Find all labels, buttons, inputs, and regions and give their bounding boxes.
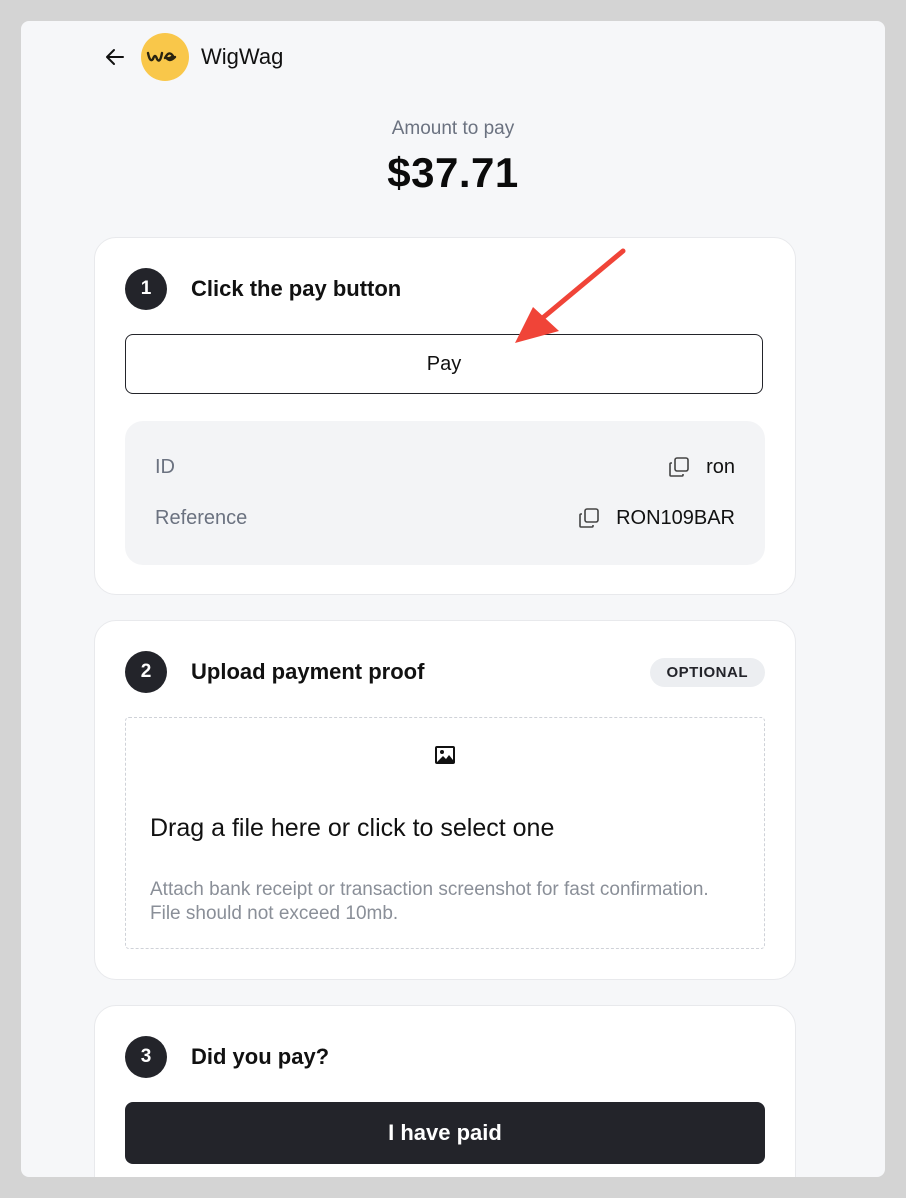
payment-window: WigWag Amount to pay $37.71 1 Click the … — [21, 21, 885, 1177]
file-dropzone[interactable]: Drag a file here or click to select one … — [125, 717, 765, 949]
amount-label: Amount to pay — [391, 118, 515, 139]
step-1-number: 1 — [125, 268, 167, 310]
back-button[interactable] — [101, 43, 129, 71]
step-2-number: 2 — [125, 651, 167, 693]
brand-logo — [141, 33, 189, 81]
step-1-header: 1 Click the pay button — [125, 268, 765, 310]
step-2-card: 2 Upload payment proof OPTIONAL Drag a f… — [94, 620, 796, 980]
step-3-title: Did you pay? — [191, 1044, 330, 1069]
brand-name: WigWag — [201, 44, 284, 69]
back-arrow-icon — [106, 49, 124, 65]
copy-reference-button[interactable] — [576, 505, 602, 531]
copy-icon — [669, 457, 689, 477]
image-icon — [432, 742, 458, 768]
dropzone-title: Drag a file here or click to select one — [150, 814, 555, 842]
id-row: ID ron — [155, 452, 735, 482]
optional-badge: OPTIONAL — [649, 657, 765, 687]
step-1-card: 1 Click the pay button Pay ID ron Refere… — [94, 237, 796, 595]
logo-mark-icon — [146, 51, 177, 62]
reference-row: Reference RON109BAR — [155, 503, 735, 533]
i-have-paid-button[interactable]: I have paid — [125, 1102, 765, 1164]
reference-label: Reference — [155, 506, 248, 529]
step-3-number: 3 — [125, 1036, 167, 1078]
step-3-card: 3 Did you pay? I have paid — [94, 1005, 796, 1177]
step-2-header: 2 Upload payment proof OPTIONAL — [125, 651, 765, 693]
copy-id-button[interactable] — [666, 454, 692, 480]
pay-button[interactable]: Pay — [125, 334, 763, 394]
dropzone-help-text: Attach bank receipt or transaction scree… — [150, 879, 709, 924]
payment-details-box: ID ron Reference RON109BAR — [125, 421, 765, 565]
step-2-title: Upload payment proof — [191, 659, 425, 684]
id-value: ron — [706, 455, 735, 478]
copy-icon — [579, 508, 599, 528]
header: WigWag — [101, 33, 283, 81]
step-1-title: Click the pay button — [191, 276, 402, 301]
step-3-header: 3 Did you pay? — [125, 1036, 765, 1078]
amount-value: $37.71 — [387, 149, 519, 196]
reference-value: RON109BAR — [616, 506, 735, 529]
id-label: ID — [155, 455, 175, 478]
